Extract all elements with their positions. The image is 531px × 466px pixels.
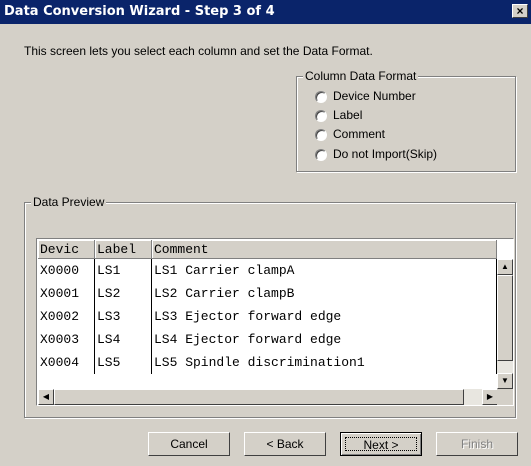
column-data-format-legend: Column Data Format bbox=[303, 69, 419, 83]
cell-label[interactable]: LS3 bbox=[94, 304, 152, 328]
horizontal-scroll-thumb[interactable] bbox=[54, 389, 464, 405]
cell-comment[interactable]: LS4 Ejector forward edge bbox=[151, 327, 497, 351]
radio-button[interactable] bbox=[315, 149, 327, 161]
horizontal-scrollbar[interactable]: ◀ ▶ bbox=[38, 389, 498, 405]
close-icon[interactable]: × bbox=[512, 4, 528, 18]
cell-comment[interactable]: LS2 Carrier clampB bbox=[151, 281, 497, 305]
next-button-label: Next > bbox=[345, 437, 417, 452]
title-bar: Data Conversion Wizard - Step 3 of 4 × bbox=[0, 0, 531, 24]
table-row[interactable]: X0004 LS5 LS5 Spindle discrimination1 bbox=[38, 350, 497, 374]
cancel-button[interactable]: Cancel bbox=[148, 432, 230, 456]
window-title: Data Conversion Wizard - Step 3 of 4 bbox=[4, 4, 275, 19]
table-row[interactable]: X0000 LS1 LS1 Carrier clampA bbox=[38, 258, 497, 282]
radio-label: Do not Import(Skip) bbox=[333, 147, 438, 161]
cell-device[interactable]: X0003 bbox=[38, 327, 95, 351]
cell-device[interactable]: X0001 bbox=[38, 281, 95, 305]
radio-label: Comment bbox=[333, 127, 386, 141]
cell-label[interactable]: LS1 bbox=[94, 258, 152, 282]
column-header-label[interactable]: Label bbox=[94, 240, 152, 259]
next-button[interactable]: Next > bbox=[340, 432, 422, 456]
data-preview-table[interactable]: Devic Label Comment X0000 LS1 LS1 Carrie… bbox=[36, 238, 514, 406]
vertical-scroll-thumb[interactable] bbox=[497, 275, 513, 361]
radio-button[interactable] bbox=[315, 129, 327, 141]
radio-label: Device Number bbox=[333, 89, 416, 103]
table-row[interactable]: X0003 LS4 LS4 Ejector forward edge bbox=[38, 327, 497, 351]
table-row[interactable]: X0002 LS3 LS3 Ejector forward edge bbox=[38, 304, 497, 328]
column-data-format-group: Column Data Format Device Number Label C… bbox=[296, 69, 516, 172]
column-header-device[interactable]: Devic bbox=[38, 240, 95, 259]
radio-button[interactable] bbox=[315, 91, 327, 103]
intro-text: This screen lets you select each column … bbox=[24, 44, 373, 58]
cell-device[interactable]: X0004 bbox=[38, 350, 95, 374]
radio-label: Label bbox=[333, 108, 363, 122]
cell-device[interactable]: X0000 bbox=[38, 258, 95, 282]
arrow-down-icon[interactable]: ▼ bbox=[497, 373, 513, 389]
radio-button[interactable] bbox=[315, 110, 327, 122]
arrow-up-icon[interactable]: ▲ bbox=[497, 259, 513, 275]
cell-label[interactable]: LS2 bbox=[94, 281, 152, 305]
vertical-scrollbar[interactable]: ▲ ▼ bbox=[497, 259, 513, 389]
cell-device[interactable]: X0002 bbox=[38, 304, 95, 328]
cell-label[interactable]: LS4 bbox=[94, 327, 152, 351]
arrow-right-icon[interactable]: ▶ bbox=[482, 389, 498, 405]
cell-comment[interactable]: LS5 Spindle discrimination1 bbox=[151, 350, 497, 374]
back-button[interactable]: < Back bbox=[244, 432, 326, 456]
finish-button: Finish bbox=[436, 432, 518, 456]
table-row[interactable]: X0001 LS2 LS2 Carrier clampB bbox=[38, 281, 497, 305]
cell-label[interactable]: LS5 bbox=[94, 350, 152, 374]
cell-comment[interactable]: LS1 Carrier clampA bbox=[151, 258, 497, 282]
arrow-left-icon[interactable]: ◀ bbox=[38, 389, 54, 405]
column-header-comment[interactable]: Comment bbox=[151, 240, 497, 259]
data-preview-legend: Data Preview bbox=[31, 195, 107, 209]
cell-comment[interactable]: LS3 Ejector forward edge bbox=[151, 304, 497, 328]
scroll-corner bbox=[497, 389, 513, 405]
